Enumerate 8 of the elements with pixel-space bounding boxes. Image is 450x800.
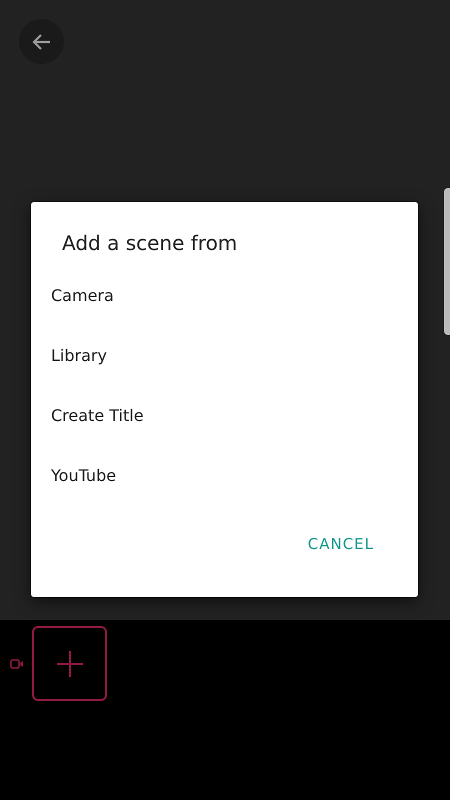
- menu-option[interactable]: Camera: [31, 266, 418, 326]
- menu-option[interactable]: Create Title: [31, 386, 418, 446]
- menu-option[interactable]: Library: [31, 326, 418, 386]
- back-button[interactable]: [19, 19, 64, 64]
- menu-option[interactable]: YouTube: [31, 446, 418, 506]
- dialog-title: Add a scene from: [62, 230, 238, 257]
- plus-icon: [56, 650, 84, 678]
- video-camera-icon: [10, 658, 24, 670]
